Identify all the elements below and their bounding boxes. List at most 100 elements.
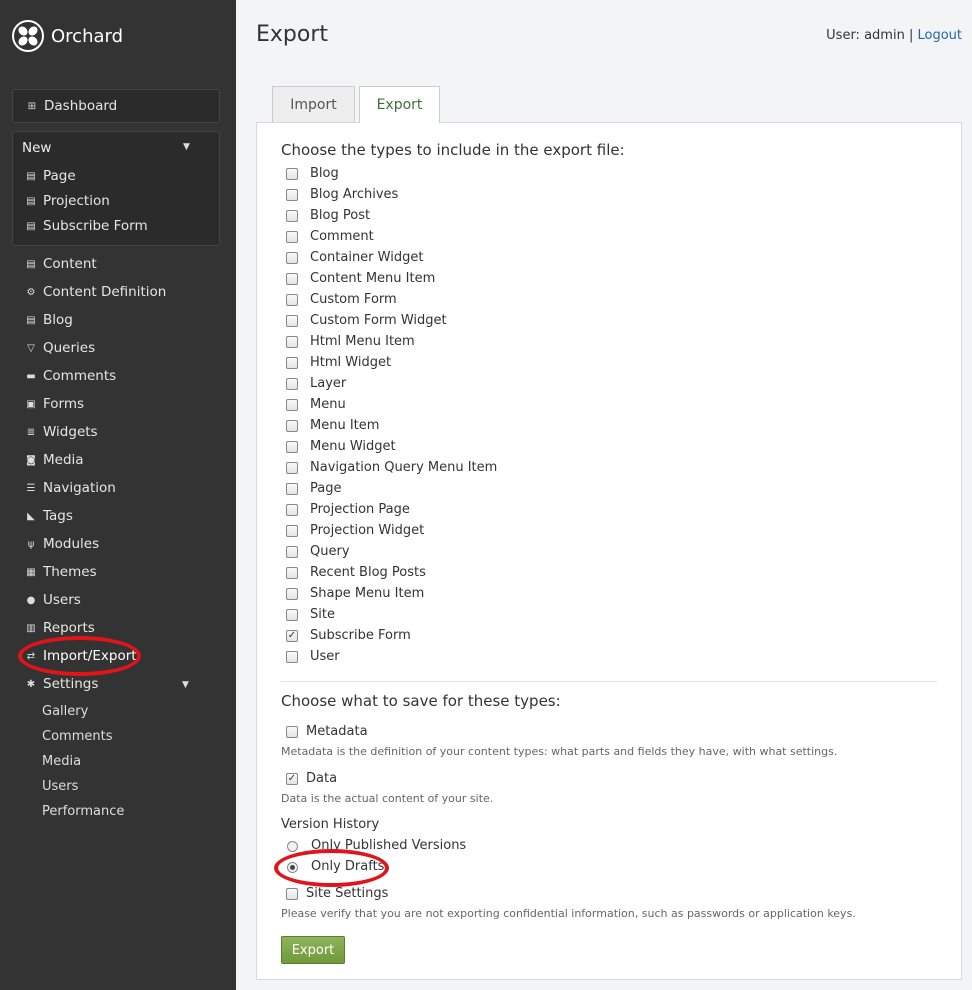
type-checkbox[interactable] (286, 168, 298, 180)
settings-item-comments[interactable]: Comments (42, 729, 112, 744)
site-settings-checkbox[interactable] (286, 888, 298, 900)
type-label: Shape Menu Item (310, 586, 425, 601)
type-label: Projection Widget (310, 523, 425, 538)
data-checkbox[interactable]: ✓ (286, 773, 298, 785)
new-menu-title[interactable]: New (22, 140, 51, 156)
settings-item-performance[interactable]: Performance (42, 804, 124, 819)
chevron-down-icon[interactable]: ▼ (183, 142, 190, 152)
subscribe-form-icon: ▤ (26, 220, 36, 232)
sidebar-item-blog[interactable]: ▤ Blog (24, 310, 73, 330)
type-checkbox[interactable] (286, 420, 298, 432)
gear-icon: ✱ (26, 678, 36, 690)
metadata-checkbox[interactable] (286, 726, 298, 738)
sidebar-item-content-definition[interactable]: ⚙ Content Definition (24, 282, 167, 302)
sidebar-item-modules[interactable]: ψ Modules (24, 534, 99, 554)
check-mark: ✓ (287, 630, 297, 641)
sidebar-item-users[interactable]: ● Users (24, 590, 81, 610)
type-checkbox[interactable] (286, 231, 298, 243)
type-label: Site (310, 607, 335, 622)
sidebar-item-tags[interactable]: ◣ Tags (24, 506, 73, 526)
sidebar-item-label: Blog (43, 312, 73, 328)
sidebar-item-label: Users (43, 592, 81, 608)
settings-item-users[interactable]: Users (42, 779, 78, 794)
radio-only-published[interactable] (287, 841, 298, 852)
type-checkbox[interactable] (286, 273, 298, 285)
type-checkbox[interactable] (286, 357, 298, 369)
types-heading: Choose the types to include in the expor… (281, 141, 625, 159)
type-label: Custom Form Widget (310, 313, 447, 328)
sidebar-item-queries[interactable]: ▽ Queries (24, 338, 95, 358)
type-checkbox[interactable] (286, 546, 298, 558)
type-label: Menu Widget (310, 439, 396, 454)
type-label: Comment (310, 229, 374, 244)
type-label: Html Widget (310, 355, 392, 370)
brand[interactable]: Orchard (12, 20, 123, 52)
version-history-label: Version History (281, 817, 380, 832)
type-checkbox[interactable] (286, 483, 298, 495)
type-checkbox[interactable] (286, 315, 298, 327)
sidebar-item-comments[interactable]: ▬ Comments (24, 366, 116, 386)
sidebar-item-media[interactable]: ◙ Media (24, 450, 84, 470)
sidebar-item-settings[interactable]: ✱ Settings (24, 674, 99, 694)
user-icon: ● (26, 594, 36, 606)
type-checkbox[interactable] (286, 651, 298, 663)
sidebar-item-content[interactable]: ▤ Content (24, 254, 97, 274)
sidebar-item-forms[interactable]: ▣ Forms (24, 394, 84, 414)
type-checkbox[interactable] (286, 336, 298, 348)
forms-icon: ▣ (26, 398, 36, 410)
type-label: Subscribe Form (310, 628, 411, 643)
app-name: Orchard (51, 25, 124, 47)
sidebar-item-label: Navigation (43, 480, 116, 496)
type-label: Blog Post (310, 208, 371, 223)
type-checkbox[interactable] (286, 399, 298, 411)
type-checkbox[interactable] (286, 294, 298, 306)
type-label: Layer (310, 376, 347, 391)
filter-icon: ▽ (27, 342, 35, 354)
dashboard-link[interactable]: ⊞ Dashboard (12, 89, 220, 123)
type-checkbox[interactable] (286, 210, 298, 222)
type-checkbox[interactable] (286, 567, 298, 579)
settings-item-gallery[interactable]: Gallery (42, 704, 88, 719)
tab-import[interactable]: Import (272, 86, 355, 122)
separator: | (908, 28, 914, 43)
sidebar-item-widgets[interactable]: ≣ Widgets (24, 422, 98, 442)
sidebar-item-reports[interactable]: ▥ Reports (24, 618, 95, 638)
chevron-down-icon[interactable]: ▼ (182, 680, 189, 690)
type-checkbox[interactable] (286, 252, 298, 264)
sidebar-item-label: Content (43, 256, 97, 272)
plug-icon: ψ (27, 538, 35, 550)
type-checkbox[interactable] (286, 462, 298, 474)
highlight-ring-only-drafts (274, 849, 389, 887)
divider (281, 681, 937, 682)
sidebar-item-label: Media (43, 452, 84, 468)
type-checkbox[interactable] (286, 378, 298, 390)
content-icon: ▤ (26, 258, 36, 270)
type-checkbox[interactable]: ✓ (286, 630, 298, 642)
type-checkbox[interactable] (286, 525, 298, 537)
type-checkbox[interactable] (286, 609, 298, 621)
new-item-page[interactable]: ▤ Page (24, 166, 75, 186)
type-checkbox[interactable] (286, 441, 298, 453)
new-item-subscribe-form[interactable]: ▤ Subscribe Form (24, 216, 147, 236)
type-label: Projection Page (310, 502, 410, 517)
site-settings-hint: Please verify that you are not exporting… (281, 907, 856, 920)
page-title: Export (256, 22, 329, 47)
tab-export[interactable]: Export (359, 86, 440, 123)
type-label: Container Widget (310, 250, 424, 265)
themes-icon: ▦ (26, 566, 36, 578)
type-checkbox[interactable] (286, 504, 298, 516)
type-checkbox[interactable] (286, 189, 298, 201)
settings-item-media[interactable]: Media (42, 754, 81, 769)
navigation-icon: ☰ (26, 482, 36, 494)
new-item-projection[interactable]: ▤ Projection (24, 191, 110, 211)
logout-link[interactable]: Logout (917, 28, 962, 43)
user-bar: User: admin | Logout (826, 28, 962, 43)
sidebar-item-themes[interactable]: ▦ Themes (24, 562, 96, 582)
page-icon: ▤ (26, 170, 36, 182)
type-label: Html Menu Item (310, 334, 415, 349)
export-button[interactable]: Export (281, 936, 345, 964)
sidebar-item-navigation[interactable]: ☰ Navigation (24, 478, 116, 498)
tag-icon: ◣ (27, 510, 35, 522)
type-checkbox[interactable] (286, 588, 298, 600)
type-label: Recent Blog Posts (310, 565, 426, 580)
